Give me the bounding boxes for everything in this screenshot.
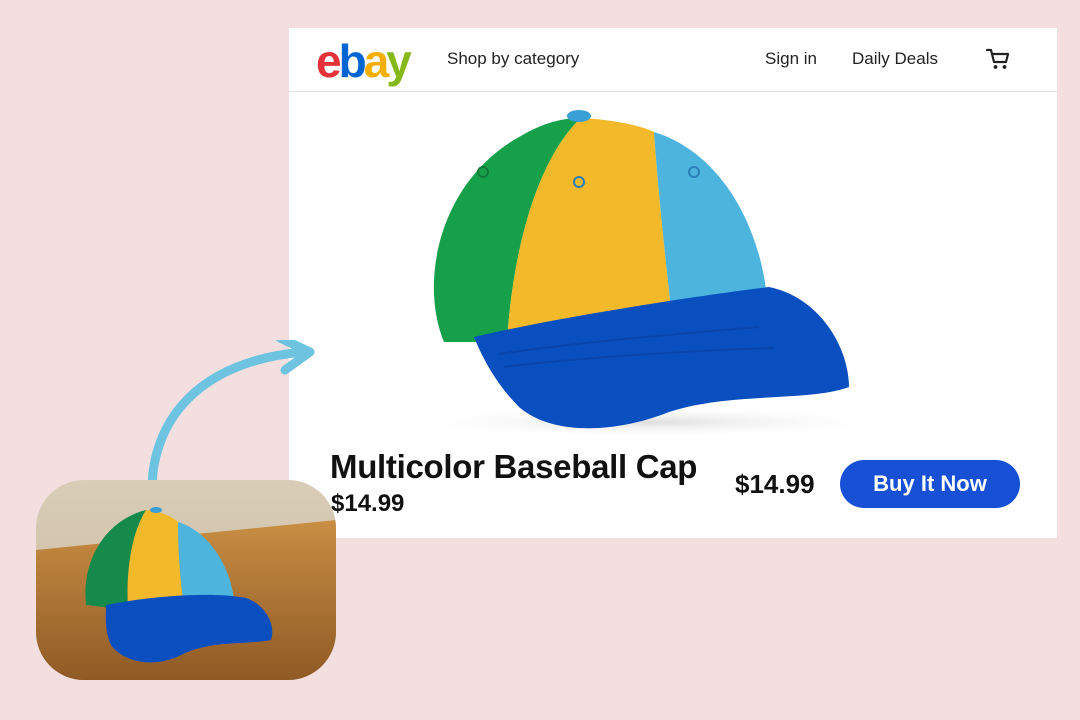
logo-letter-a: a [363, 35, 390, 87]
product-price-side: $14.99 [735, 469, 815, 499]
header-bar: ebay Shop by category Sign in Daily Deal… [289, 28, 1057, 92]
shop-by-category-link[interactable]: Shop by category [447, 49, 579, 69]
cart-icon[interactable] [985, 46, 1011, 72]
cap-button [567, 110, 591, 122]
product-price: $14.99 [331, 490, 405, 517]
product-title: Multicolor Baseball Cap [330, 448, 698, 485]
daily-deals-link[interactable]: Daily Deals [852, 49, 938, 69]
logo-letter-y: y [386, 35, 412, 87]
buy-it-now-button[interactable]: Buy It Now [840, 460, 1020, 508]
ebay-listing-card: ebay Shop by category Sign in Daily Deal… [289, 28, 1057, 538]
product-image-cap[interactable] [289, 92, 1057, 442]
sign-in-link[interactable]: Sign in [765, 49, 817, 69]
original-photo-cap [36, 480, 336, 680]
logo-letter-e: e [316, 35, 342, 87]
ebay-logo[interactable]: ebay [316, 32, 412, 90]
logo-letter-b: b [338, 35, 367, 87]
